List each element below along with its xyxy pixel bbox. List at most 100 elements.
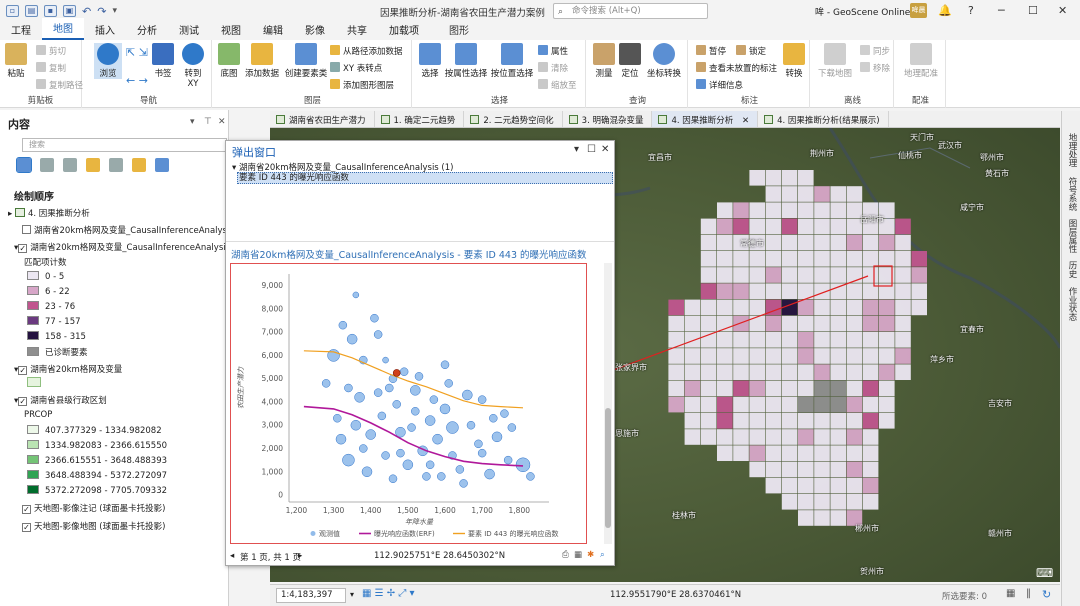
grid-cell[interactable] xyxy=(814,396,830,413)
pause-drawing-icon[interactable]: ‖ xyxy=(1026,588,1031,599)
zoom-to-selection-button[interactable]: 缩放至 xyxy=(538,79,577,91)
help-button[interactable]: ? xyxy=(968,4,974,17)
layer-checkbox-checked[interactable]: ✓ xyxy=(18,244,28,253)
grid-cell[interactable] xyxy=(846,364,863,380)
grid-cell[interactable] xyxy=(798,396,814,413)
layer-checkbox-checked[interactable]: ✓ xyxy=(18,397,28,406)
grid-cell[interactable] xyxy=(749,218,765,235)
layer-grid[interactable]: ▾✓ 湖南省20km格网及变量 xyxy=(14,363,122,375)
grid-cell[interactable] xyxy=(749,380,765,397)
grid-cell[interactable] xyxy=(798,364,814,380)
grid-cell[interactable] xyxy=(781,202,798,218)
save-icon[interactable]: ▪ xyxy=(44,5,57,17)
print-icon[interactable]: ⎙ xyxy=(562,550,569,560)
grid-cell[interactable] xyxy=(862,380,879,397)
grid-cell[interactable] xyxy=(814,186,830,202)
grid-cell[interactable] xyxy=(814,461,830,478)
grid-cell[interactable] xyxy=(846,445,863,461)
pause-labeling-button[interactable]: 暂停 xyxy=(696,45,726,57)
grid-cell[interactable] xyxy=(781,445,798,461)
grid-cell[interactable] xyxy=(862,234,879,251)
new-project-icon[interactable]: ▫ xyxy=(6,5,19,17)
user-account[interactable]: 哞 - GeoScene Online xyxy=(815,5,910,18)
grid-cell[interactable] xyxy=(830,202,846,218)
lock-labels-button[interactable]: 锁定 xyxy=(736,45,766,57)
grid-cell[interactable] xyxy=(733,332,749,348)
grid-cell[interactable] xyxy=(717,332,733,348)
grid-cell[interactable] xyxy=(846,396,863,413)
save-as-icon[interactable]: ▣ xyxy=(63,5,76,17)
grid-cell[interactable] xyxy=(684,332,701,348)
grid-cell[interactable] xyxy=(830,429,846,445)
pane-menu-icon[interactable]: ▾ xyxy=(190,117,195,127)
grid-cell[interactable] xyxy=(668,380,684,397)
grid-cell[interactable] xyxy=(700,396,717,413)
grid-cell[interactable] xyxy=(733,315,749,332)
dock-tab-layer-properties[interactable]: 图层属性 xyxy=(1066,219,1078,253)
grid-cell[interactable] xyxy=(749,202,765,218)
grid-cell[interactable] xyxy=(798,202,814,218)
grid-cell[interactable] xyxy=(733,396,749,413)
grid-cell[interactable] xyxy=(814,348,830,364)
notification-icon[interactable]: 🔔 xyxy=(938,4,952,17)
grid-cell[interactable] xyxy=(749,315,765,332)
layer-checkbox-unchecked[interactable] xyxy=(22,225,31,234)
grid-cell[interactable] xyxy=(862,364,879,380)
dock-tab-job-status[interactable]: 作业状态 xyxy=(1066,287,1078,321)
maximize-button[interactable]: ☐ xyxy=(1028,4,1038,17)
layer-checkbox-checked[interactable]: ✓ xyxy=(22,505,31,514)
remove-button[interactable]: 移除 xyxy=(860,62,890,74)
tab-project[interactable]: 工程 xyxy=(0,20,42,40)
grid-cell[interactable] xyxy=(781,364,798,380)
grid-cell[interactable] xyxy=(717,299,733,316)
grid-cell[interactable] xyxy=(765,186,782,202)
grid-cell[interactable] xyxy=(700,299,717,316)
layer-causal-unchecked[interactable]: 湖南省20km格网及变量_CausalInferenceAnalysis xyxy=(22,224,234,236)
more-info-button[interactable]: 详细信息 xyxy=(696,79,743,91)
view-tab-causal-results[interactable]: 4. 因果推断分析(结果展示) xyxy=(758,111,889,127)
grid-cell[interactable] xyxy=(749,429,765,445)
grid-cell[interactable] xyxy=(733,364,749,380)
pin-icon[interactable]: ⊤ xyxy=(204,117,212,127)
grid-cell[interactable] xyxy=(814,202,830,218)
grid-cell[interactable] xyxy=(684,364,701,380)
copy-path-button[interactable]: 复制路径 xyxy=(36,79,83,91)
layer-checkbox-checked[interactable]: ✓ xyxy=(22,523,31,532)
grid-icon[interactable]: ▦ xyxy=(574,550,582,560)
scale-input[interactable]: 1:4,183,397 xyxy=(276,588,346,603)
grid-cell[interactable] xyxy=(830,477,846,494)
zoom-arrows-icon[interactable]: ⇱ ⇲ xyxy=(126,46,148,59)
grid-cell[interactable] xyxy=(781,396,798,413)
grid-cell[interactable] xyxy=(700,218,717,235)
grid-cell[interactable] xyxy=(717,218,733,235)
tab-insert[interactable]: 插入 xyxy=(84,20,126,40)
grid-cell[interactable] xyxy=(668,299,684,316)
grid-cell[interactable] xyxy=(846,477,863,494)
bookmarks-button[interactable]: 书签 xyxy=(152,43,174,79)
grid-cell[interactable] xyxy=(733,429,749,445)
grid-cell[interactable] xyxy=(846,315,863,332)
sync-button[interactable]: 同步 xyxy=(860,45,890,57)
popup-splitter[interactable] xyxy=(226,241,614,242)
grid-cell[interactable] xyxy=(862,461,879,478)
grid-cell[interactable] xyxy=(781,170,798,186)
grid-cell[interactable] xyxy=(911,283,927,299)
grid-cell[interactable] xyxy=(749,251,765,267)
tab-test[interactable]: 测试 xyxy=(168,20,210,40)
go-to-xy-button[interactable]: 转到 XY xyxy=(180,43,206,89)
keyboard-icon[interactable]: ⌨ xyxy=(1036,566,1053,580)
open-folder-icon[interactable]: ▤ xyxy=(25,5,38,17)
grid-cell[interactable] xyxy=(781,429,798,445)
grid-cell[interactable] xyxy=(830,267,846,283)
grid-cell[interactable] xyxy=(846,380,863,397)
grid-cell[interactable] xyxy=(879,396,895,413)
grid-cell[interactable] xyxy=(733,348,749,364)
copy-button[interactable]: 复制 xyxy=(36,62,66,74)
grid-cell[interactable] xyxy=(814,364,830,380)
grid-cell[interactable] xyxy=(862,477,879,494)
grid-cell[interactable] xyxy=(911,267,927,283)
grid-cell[interactable] xyxy=(749,267,765,283)
add-graphics-layer-button[interactable]: 添加图形图层 xyxy=(330,79,394,91)
grid-cell[interactable] xyxy=(684,380,701,397)
grid-cell[interactable] xyxy=(862,315,879,332)
